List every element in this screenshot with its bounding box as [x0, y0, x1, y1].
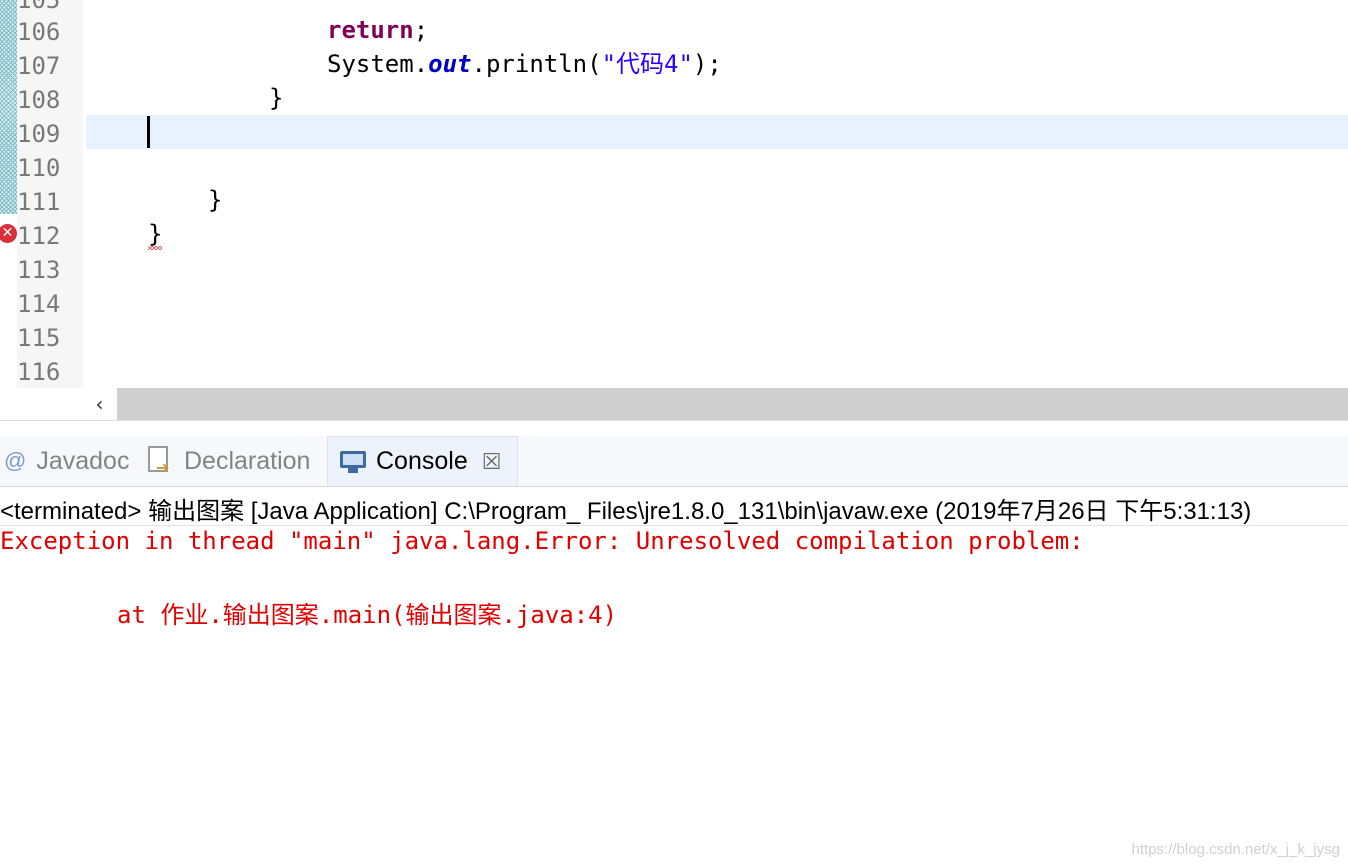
tab-javadoc[interactable]: @ Javadoc — [4, 436, 129, 486]
tab-label: Declaration — [184, 446, 311, 475]
line-number: 113 — [17, 256, 61, 284]
console-view[interactable]: <terminated> 输出图案 [Java Application] C:\… — [0, 486, 1348, 865]
line-number: 112 — [17, 222, 61, 250]
line-number: 107 — [17, 52, 61, 80]
code-line-108: } — [269, 84, 284, 112]
current-line-highlight — [86, 115, 1348, 149]
console-output-line[interactable]: at 作业.输出图案.main(输出图案.java:4) — [117, 595, 617, 630]
text-caret — [147, 116, 150, 148]
change-overview-ruler — [0, 0, 17, 214]
console-output-line: Exception in thread "main" java.lang.Err… — [0, 527, 1099, 555]
line-number-ruler: 105 106 107 108 109 110 111 112 113 114 … — [17, 0, 83, 388]
keyword-return: return — [327, 16, 414, 44]
divider — [0, 525, 1348, 526]
tab-declaration[interactable]: ➔ Declaration — [148, 436, 310, 486]
bottom-panel-tabs: @ Javadoc ➔ Declaration Console ☒ — [0, 436, 1348, 486]
monitor-icon — [340, 450, 366, 473]
editor-gutter: 105 106 107 108 109 110 111 112 113 114 … — [0, 0, 86, 388]
tab-console[interactable]: Console ☒ — [327, 436, 518, 486]
error-x-icon[interactable]: ✕ — [0, 224, 17, 243]
at-icon: @ — [4, 448, 27, 473]
tab-label: Javadoc — [36, 446, 130, 475]
code-editor[interactable]: 105 106 107 108 109 110 111 112 113 114 … — [0, 0, 1348, 388]
static-field-out: out — [428, 50, 472, 78]
string-literal: "代码4" — [601, 50, 693, 78]
line-number: 109 — [17, 120, 61, 148]
line-number: 115 — [17, 324, 61, 352]
panel-sash[interactable] — [0, 420, 1348, 437]
line-number: 110 — [17, 154, 61, 182]
console-header: <terminated> 输出图案 [Java Application] C:\… — [0, 498, 1252, 525]
line-number: 106 — [17, 18, 61, 46]
code-text-area[interactable]: return; System.out.println("代码4"); } } } — [86, 0, 1348, 388]
scrollbar-thumb[interactable] — [117, 388, 1348, 420]
code-line-106: return; — [327, 16, 429, 44]
line-number: 111 — [17, 188, 61, 216]
close-icon[interactable]: ☒ — [482, 449, 502, 475]
line-number: 116 — [17, 358, 61, 386]
error-squiggle — [148, 246, 162, 250]
horizontal-scrollbar[interactable]: ‹ — [0, 388, 1348, 420]
watermark: https://blog.csdn.net/x_j_k_jysg — [1131, 841, 1340, 858]
chevron-left-icon[interactable]: ‹ — [82, 388, 117, 420]
line-number: 108 — [17, 86, 61, 114]
line-number: 114 — [17, 290, 61, 318]
tab-label: Console — [376, 447, 468, 475]
code-line-107: System.out.println("代码4"); — [327, 50, 722, 78]
code-line-111: } — [208, 186, 223, 214]
declaration-doc-icon: ➔ — [148, 446, 172, 477]
